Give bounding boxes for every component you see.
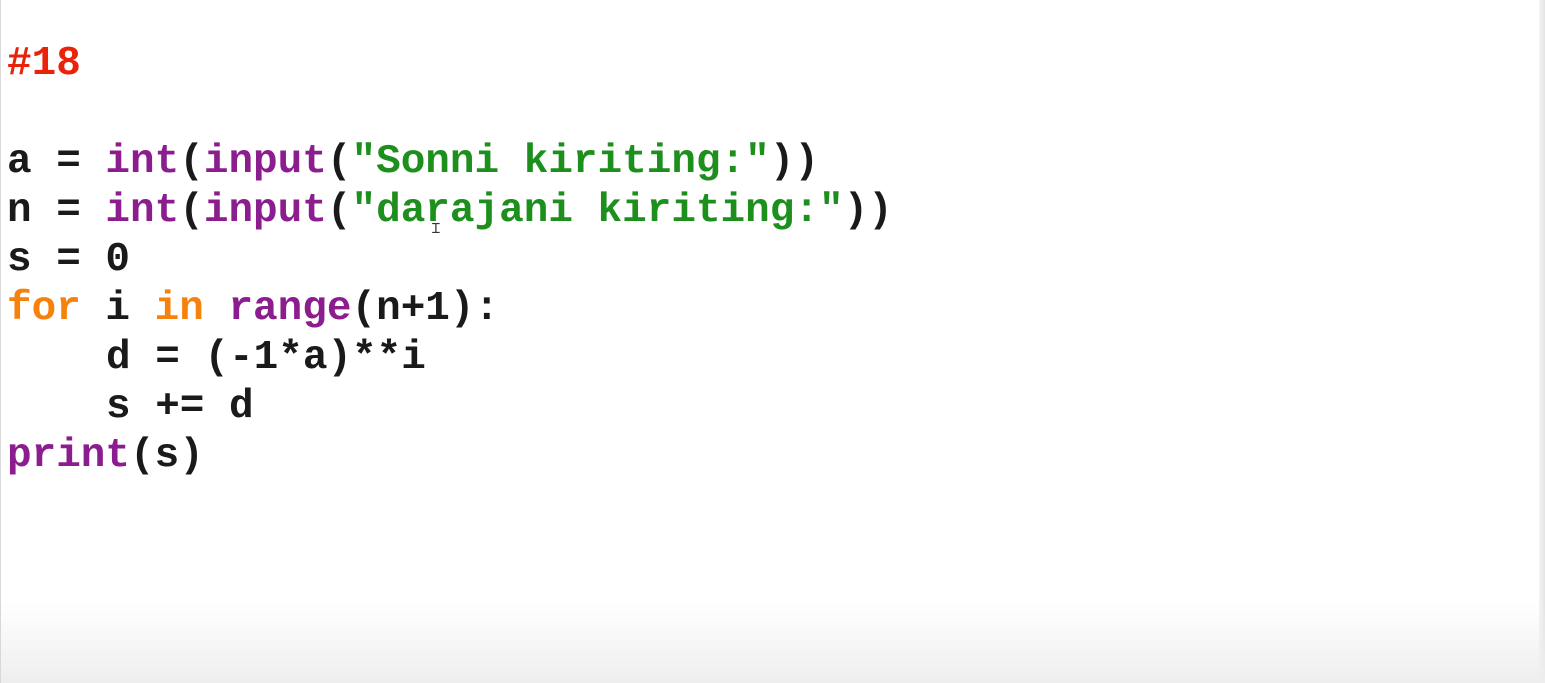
code-token-default: n = bbox=[7, 188, 106, 234]
code-token-keyword: in bbox=[154, 286, 204, 332]
code-token-default: s = 0 bbox=[7, 237, 131, 283]
code-token-builtin: range bbox=[228, 286, 352, 332]
code-token-string: "Sonni kiriting:" bbox=[351, 139, 770, 185]
code-token-default: d = (-1*a)**i bbox=[106, 335, 426, 381]
code-token-string: "darajani kiriting:" bbox=[351, 188, 844, 234]
code-token-default: (s) bbox=[130, 433, 204, 479]
code-area[interactable]: #18 a = int(input("Sonni kiriting:")) n = … bbox=[7, 40, 893, 481]
comment-line: #18 bbox=[7, 40, 893, 89]
text-cursor-icon: Ɪ bbox=[432, 221, 440, 237]
code-token-default: a = bbox=[7, 139, 106, 185]
code-line-n: n = int(input("darajani kiriting:")) bbox=[7, 187, 893, 236]
code-line-print: print(s) bbox=[7, 432, 893, 481]
code-token-default: ( bbox=[326, 139, 352, 185]
code-line-for: for i in range(n+1): bbox=[7, 285, 893, 334]
code-token-keyword: for bbox=[7, 286, 81, 332]
code-token-default: )) bbox=[769, 139, 819, 185]
code-token-builtin: int bbox=[105, 188, 180, 234]
bottom-panel-edge bbox=[1, 603, 1545, 683]
scrollbar-track[interactable] bbox=[1539, 0, 1545, 683]
code-token-builtin: print bbox=[7, 433, 131, 479]
code-token-builtin: int bbox=[105, 139, 180, 185]
code-token-default bbox=[204, 286, 229, 332]
code-token-builtin: input bbox=[203, 139, 327, 185]
code-token-default: s += d bbox=[106, 384, 254, 430]
code-token-default: (n+1): bbox=[351, 286, 500, 332]
code-token-default: ( bbox=[179, 139, 204, 185]
code-line-d: d = (-1*a)**i bbox=[7, 334, 893, 383]
code-editor[interactable]: #18 a = int(input("Sonni kiriting:")) n = … bbox=[0, 0, 1545, 683]
code-token-builtin: input bbox=[203, 188, 327, 234]
code-token-comment: #18 bbox=[7, 41, 81, 87]
code-token-default: )) bbox=[843, 188, 893, 234]
code-token-default: i bbox=[80, 286, 155, 332]
code-token-default: ( bbox=[326, 188, 352, 234]
code-line-sum: s += d bbox=[7, 383, 893, 432]
code-line-s: s = 0 bbox=[7, 236, 893, 285]
code-token-default: ( bbox=[179, 188, 204, 234]
code-line-a: a = int(input("Sonni kiriting:")) bbox=[7, 138, 893, 187]
